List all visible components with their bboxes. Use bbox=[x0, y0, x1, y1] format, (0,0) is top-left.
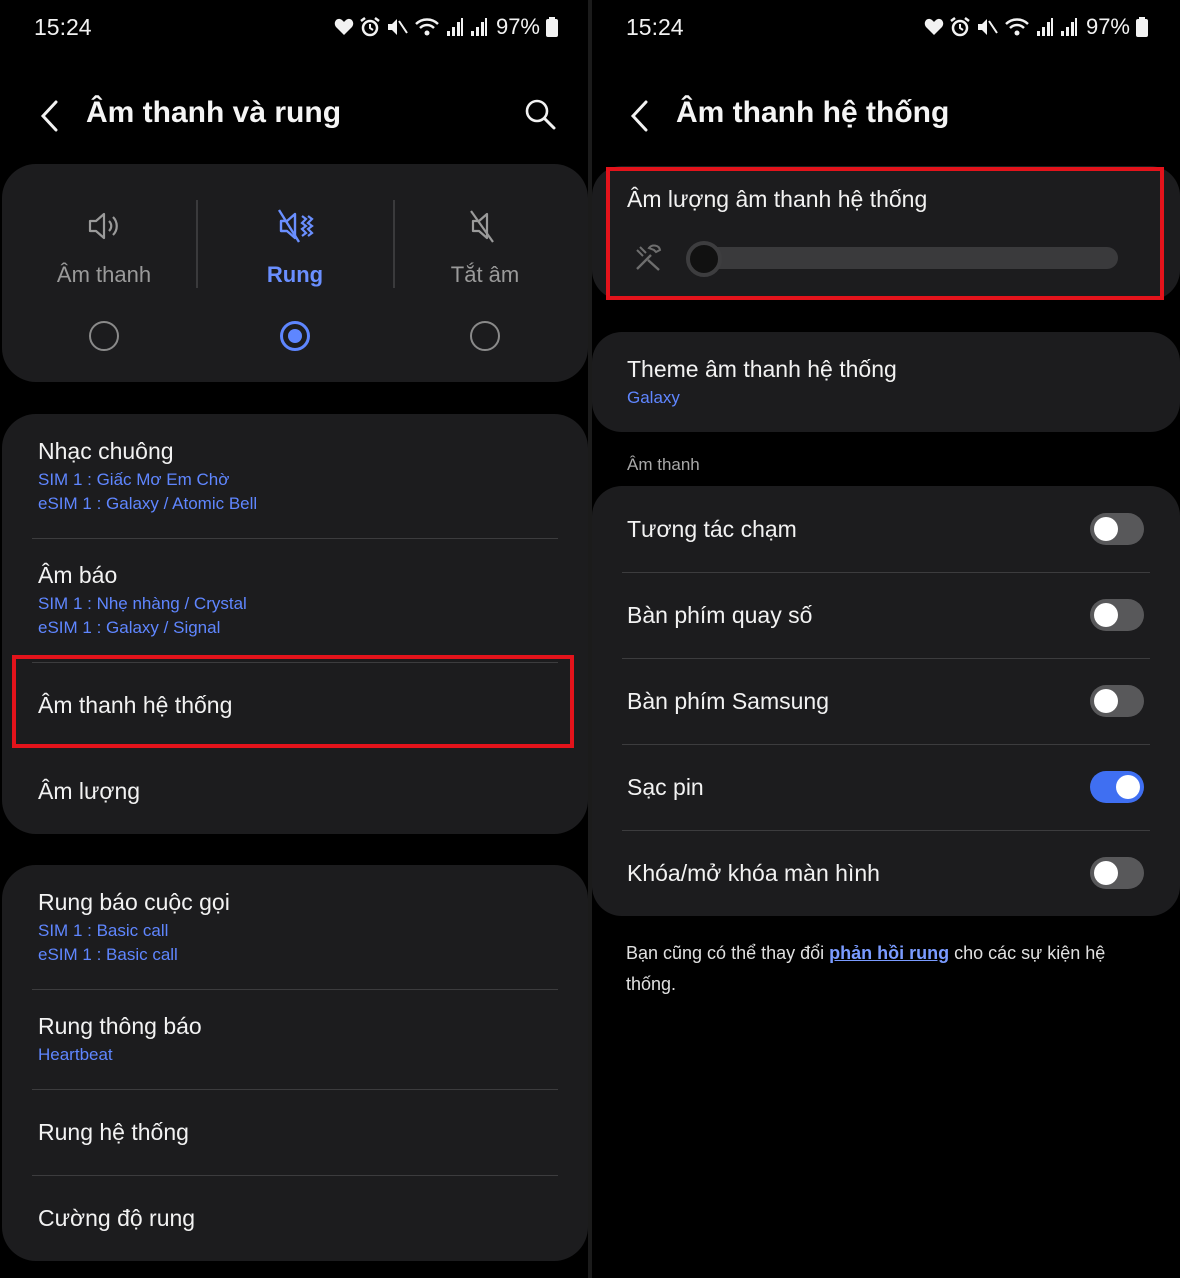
sound-theme-card: Theme âm thanh hệ thống Galaxy bbox=[592, 332, 1180, 432]
touch-interaction-toggle[interactable] bbox=[1090, 513, 1144, 545]
status-time: 15:24 bbox=[626, 13, 684, 40]
note-text: Bạn cũng có thể thay đổi bbox=[626, 943, 830, 963]
highlight-box bbox=[606, 167, 1164, 300]
heart-icon bbox=[924, 18, 944, 35]
battery-percent: 97% bbox=[1085, 14, 1130, 39]
toggle-label: Tương tác chạm bbox=[627, 516, 797, 542]
status-bar: 15:24 97% bbox=[626, 12, 1148, 42]
samsung-keyboard-toggle[interactable] bbox=[1090, 685, 1144, 717]
battery-icon bbox=[1136, 17, 1148, 37]
toggle-row[interactable]: Sạc pin bbox=[592, 744, 1180, 830]
sound-toggles-card: Tương tác chạm Bàn phím quay số Bàn phím… bbox=[592, 486, 1180, 916]
toggle-row[interactable]: Khóa/mở khóa màn hình bbox=[592, 830, 1180, 916]
alarm-icon bbox=[950, 17, 970, 37]
dialing-keypad-toggle[interactable] bbox=[1090, 599, 1144, 631]
charging-toggle[interactable] bbox=[1090, 771, 1144, 803]
lock-unlock-toggle[interactable] bbox=[1090, 857, 1144, 889]
item-subtitle: Galaxy bbox=[627, 388, 680, 407]
item-title: Theme âm thanh hệ thống bbox=[627, 356, 897, 382]
toggle-label: Bàn phím Samsung bbox=[627, 688, 830, 714]
toggle-label: Sạc pin bbox=[627, 774, 704, 800]
section-header: Âm thanh bbox=[627, 455, 700, 474]
toggle-row[interactable]: Bàn phím quay số bbox=[592, 572, 1180, 658]
sound-theme-item[interactable]: Theme âm thanh hệ thống Galaxy bbox=[592, 332, 1180, 432]
signal-icon bbox=[1060, 18, 1077, 36]
back-arrow-icon[interactable] bbox=[626, 98, 656, 134]
info-note: Bạn cũng có thể thay đổi phản hồi rung c… bbox=[626, 938, 1146, 1000]
page-title: Âm thanh hệ thống bbox=[676, 96, 950, 129]
status-icons: 97% bbox=[924, 14, 1148, 40]
vibration-feedback-link[interactable]: phản hồi rung bbox=[829, 943, 949, 963]
toggle-row[interactable]: Tương tác chạm bbox=[592, 486, 1180, 572]
wifi-icon bbox=[1005, 18, 1029, 36]
mute-icon bbox=[977, 19, 998, 35]
right-screen: 15:24 97% Âm thanh hệ thống Âm lượng âm … bbox=[0, 0, 1180, 1278]
toggle-row[interactable]: Bàn phím Samsung bbox=[592, 658, 1180, 744]
toggle-label: Khóa/mở khóa màn hình bbox=[627, 860, 880, 886]
signal-icon bbox=[1036, 18, 1053, 36]
app-header: Âm thanh hệ thống bbox=[0, 86, 1180, 146]
toggle-label: Bàn phím quay số bbox=[627, 602, 813, 628]
